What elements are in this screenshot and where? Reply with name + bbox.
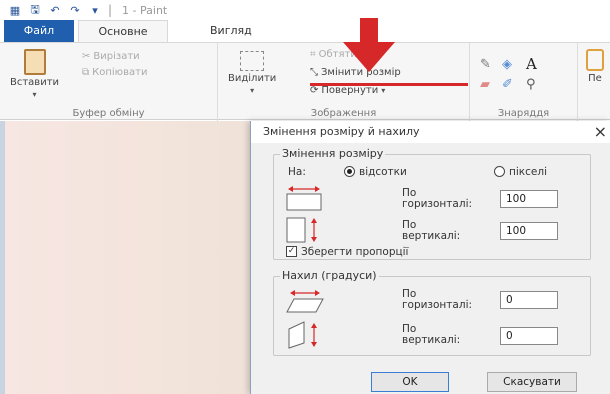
resize-horizontal-label-line2: горизонталі:	[402, 198, 473, 210]
cancel-button[interactable]: Скасувати	[487, 372, 577, 392]
resize-icon: ⤡	[310, 67, 318, 78]
tools-group-label: Знаряддя	[497, 108, 550, 119]
skew-horizontal-icon	[286, 290, 324, 313]
cut-button[interactable]: ✂ Вирізати	[82, 51, 140, 62]
resize-vertical-input[interactable]: 100	[500, 222, 558, 240]
tab-view[interactable]: Вигляд	[200, 20, 262, 42]
skew-vertical-input[interactable]: 0	[500, 327, 558, 345]
ok-button[interactable]: OK	[371, 372, 449, 392]
pixels-radio[interactable]	[494, 166, 505, 177]
tab-file[interactable]: Файл	[4, 20, 74, 42]
skew-vertical-label-line2: вертикалі:	[402, 334, 461, 346]
clipboard-icon	[23, 49, 46, 75]
resize-vertical-label-line2: вертикалі:	[402, 230, 461, 242]
percent-label: відсотки	[359, 166, 407, 178]
resize-horizontal-icon	[286, 186, 322, 211]
brushes-button[interactable]: Пе	[586, 49, 604, 84]
text-icon[interactable]: A	[526, 55, 537, 73]
red-underline-annotation	[310, 83, 468, 86]
chevron-down-icon: ▾	[250, 86, 255, 95]
brushes-label: Пе	[588, 73, 602, 84]
tab-home[interactable]: Основне	[78, 20, 168, 42]
dialog-title-bar: Змінення розміру й нахилу ×	[251, 121, 610, 143]
by-label: На:	[288, 166, 306, 178]
resize-section: Змінення розміру На: відсотки пікселі По…	[273, 147, 591, 260]
fill-icon[interactable]: ◈	[502, 57, 512, 72]
redo-icon[interactable]: ↷	[68, 3, 82, 17]
tools-group: ✎ ◈ A ▰ ✐ ⚲ Знаряддя	[470, 43, 578, 121]
chevron-down-icon: ▾	[32, 90, 37, 99]
resize-section-title: Змінення розміру	[280, 147, 386, 160]
scissors-icon: ✂	[82, 51, 91, 62]
clipboard-group-label: Буфер обміну	[72, 108, 145, 119]
paint-app-icon: ▦	[9, 3, 21, 17]
skew-horizontal-label-line2: горизонталі:	[402, 299, 473, 311]
title-separator: |	[108, 3, 113, 17]
color-picker-icon[interactable]: ✐	[502, 77, 513, 92]
select-label: Виділити	[228, 73, 277, 84]
clipboard-group: Вставити ▾ ✂ Вирізати ⧉ Копіювати Буфер …	[0, 43, 218, 121]
paste-label: Вставити	[10, 77, 60, 88]
rotate-button[interactable]: ⟳ Повернути ▾	[310, 85, 385, 96]
save-icon[interactable]: 🖫	[28, 3, 42, 17]
chevron-down-icon: ▾	[381, 86, 386, 95]
skew-section: Нахил (градуси) По горизонталі: 0 По вер…	[273, 269, 591, 356]
cut-label: Вирізати	[93, 51, 140, 62]
ribbon: Вставити ▾ ✂ Вирізати ⧉ Копіювати Буфер …	[0, 42, 610, 121]
pencil-icon[interactable]: ✎	[480, 57, 491, 72]
undo-icon[interactable]: ↶	[48, 3, 62, 17]
dialog-title: Змінення розміру й нахилу	[263, 125, 420, 138]
crop-icon: ⌗	[310, 49, 316, 60]
select-button[interactable]: Виділити ▾	[228, 51, 276, 95]
rotate-icon: ⟳	[310, 85, 319, 96]
selection-rectangle-icon	[240, 51, 265, 71]
pixels-label: пікселі	[509, 166, 547, 178]
copy-button[interactable]: ⧉ Копіювати	[82, 67, 147, 78]
drawing-canvas[interactable]	[5, 121, 250, 394]
brush-icon	[586, 49, 604, 71]
keep-ratio-label: Зберегти пропорції	[301, 246, 409, 258]
resize-skew-dialog: Змінення розміру й нахилу × Змінення роз…	[250, 121, 610, 394]
skew-section-title: Нахил (градуси)	[280, 269, 379, 282]
magnifier-icon[interactable]: ⚲	[526, 77, 536, 92]
keep-ratio-checkbox[interactable]: ✓	[286, 246, 297, 257]
quick-access-dropdown-icon[interactable]: ▾	[88, 3, 102, 17]
percent-radio[interactable]	[344, 166, 355, 177]
paste-button[interactable]: Вставити ▾	[10, 49, 59, 99]
ribbon-tabs: Файл Основне Вигляд	[0, 20, 610, 42]
resize-vertical-icon	[286, 217, 317, 243]
close-icon[interactable]: ×	[594, 122, 607, 141]
red-arrow-annotation	[343, 18, 395, 72]
skew-vertical-icon	[288, 321, 317, 349]
window-title: 1 - Paint	[122, 3, 168, 17]
rotate-label: Повернути	[321, 85, 379, 96]
image-group-label: Зображення	[310, 108, 377, 119]
eraser-icon[interactable]: ▰	[480, 77, 490, 92]
title-bar: ▦ 🖫 ↶ ↷ ▾ | 1 - Paint	[0, 0, 610, 20]
copy-icon: ⧉	[82, 67, 90, 78]
skew-horizontal-input[interactable]: 0	[500, 291, 558, 309]
resize-horizontal-input[interactable]: 100	[500, 190, 558, 208]
copy-label: Копіювати	[92, 67, 148, 78]
